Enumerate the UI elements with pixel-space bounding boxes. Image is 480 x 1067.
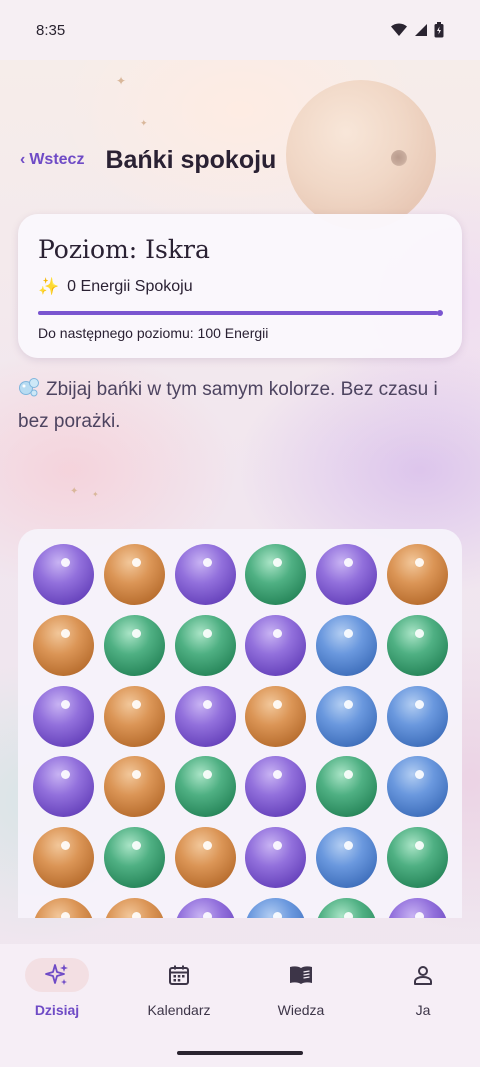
purple-bubble[interactable] [174,898,236,918]
green-bubble[interactable] [387,614,448,676]
orange-bubble[interactable] [103,898,165,918]
green-bubble[interactable] [103,614,165,676]
green-bubble[interactable] [174,614,236,676]
purple-bubble[interactable] [174,544,236,605]
green-bubble[interactable] [316,756,378,818]
blue-bubble[interactable] [245,898,307,918]
nav-label-kalendarz: Kalendarz [147,1002,211,1018]
back-button[interactable]: ‹ Wstecz [20,151,84,169]
game-hint: Zbijaj bańki w tym samym kolorze. Bez cz… [18,374,438,438]
orange-bubble[interactable] [174,827,236,889]
bubbles-icon [19,378,39,397]
blue-bubble[interactable] [316,685,378,747]
purple-bubble[interactable] [245,614,307,676]
chevron-left-icon: ‹ [20,151,26,168]
purple-bubble[interactable] [33,544,94,605]
page-title: Bańki spokoju [105,145,277,174]
energy-amount: 0 Energii Spokoju [67,278,193,295]
green-bubble[interactable] [387,827,448,889]
green-bubble[interactable] [103,827,165,889]
purple-bubble[interactable] [245,827,307,889]
nav-label-ja: Ja [415,1002,431,1018]
nav-item-ja[interactable]: Ja [373,958,473,1028]
status-bar: 8:35 [0,0,480,60]
hint-text: Zbijaj bańki w tym samym kolorze. Bez cz… [18,379,438,432]
sparkles-icon [45,964,68,985]
star-decoration: ✦ [70,486,79,497]
book-icon [290,966,312,984]
nav-label-dzisiaj: Dzisiaj [34,1002,80,1018]
nav-item-kalendarz[interactable]: Kalendarz [129,958,229,1028]
back-button-label: Wstecz [29,151,85,168]
moon-crater [391,150,407,166]
level-title: Poziom: Iskra [38,235,210,264]
nav-item-wiedza[interactable]: Wiedza [251,958,351,1028]
level-card: Poziom: Iskra ✨ 0 Energii Spokoju Do nas… [18,214,462,358]
status-time: 8:35 [36,21,66,39]
green-bubble[interactable] [245,544,307,605]
bottom-navigation: Dzisiaj Kalendarz Wiedza Ja [0,944,480,1067]
orange-bubble[interactable] [103,544,165,605]
orange-bubble[interactable] [245,685,307,747]
energy-progress-end-dot [437,310,443,316]
home-indicator [177,1051,303,1055]
screen-header: ‹ Wstecz Bańki spokoju [20,142,276,178]
purple-bubble[interactable] [33,685,94,747]
blue-bubble[interactable] [387,756,448,818]
blue-bubble[interactable] [316,827,378,889]
orange-bubble[interactable] [33,614,94,676]
blue-bubble[interactable] [387,685,448,747]
orange-bubble[interactable] [33,898,94,918]
person-icon [414,966,432,985]
purple-bubble[interactable] [316,544,378,605]
signal-icon [415,24,427,36]
energy-progress-bar [38,310,443,316]
bubble-board [18,529,462,918]
status-icons [390,22,444,38]
green-bubble[interactable] [316,898,378,918]
orange-bubble[interactable] [33,827,94,889]
star-decoration: ✦ [116,74,127,88]
next-level-text: Do następnego poziomu: 100 Energii [38,325,269,341]
orange-bubble[interactable] [387,544,448,605]
purple-bubble[interactable] [245,756,307,818]
moon-illustration [286,80,436,230]
nav-label-wiedza: Wiedza [277,1002,325,1018]
purple-bubble[interactable] [33,756,94,818]
star-decoration: ✦ [92,490,99,499]
orange-bubble[interactable] [103,756,165,818]
star-decoration: ✦ [140,118,148,128]
green-bubble[interactable] [174,756,236,818]
wifi-icon [391,23,407,36]
orange-bubble[interactable] [103,685,165,747]
purple-bubble[interactable] [174,685,236,747]
purple-bubble[interactable] [387,898,448,918]
blue-bubble[interactable] [316,614,378,676]
energy-progress-fill [38,311,438,315]
battery-icon [434,22,444,38]
calendar-icon [169,965,189,985]
nav-item-dzisiaj[interactable]: Dzisiaj [7,958,107,1028]
sparkle-icon: ✨ [38,277,60,296]
energy-row: ✨ 0 Energii Spokoju [38,277,442,297]
